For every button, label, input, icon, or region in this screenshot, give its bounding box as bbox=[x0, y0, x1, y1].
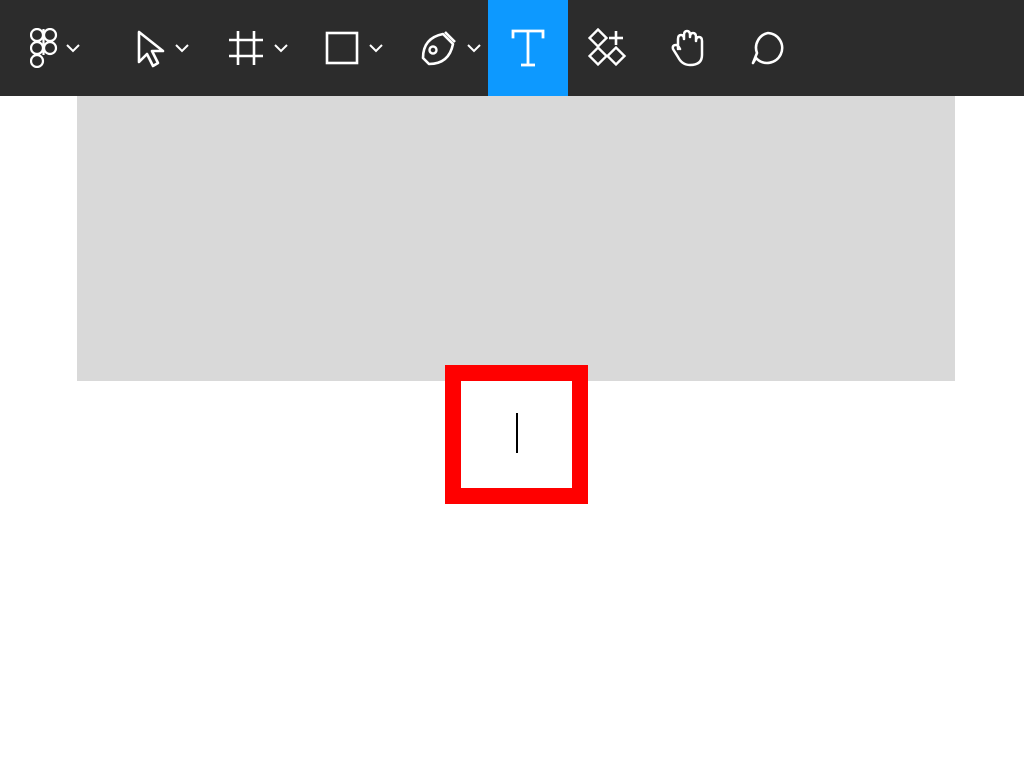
text-icon bbox=[509, 27, 547, 69]
resources-icon bbox=[588, 28, 628, 68]
frame-icon bbox=[226, 28, 266, 68]
frame-tool[interactable] bbox=[218, 0, 296, 96]
pen-icon bbox=[417, 28, 459, 68]
figma-icon bbox=[30, 28, 58, 68]
canvas[interactable] bbox=[0, 96, 1024, 768]
resources-tool[interactable] bbox=[568, 0, 648, 96]
text-tool[interactable] bbox=[488, 0, 568, 96]
shape-tool[interactable] bbox=[314, 0, 392, 96]
canvas-frame[interactable] bbox=[77, 96, 955, 381]
chevron-down-icon bbox=[467, 43, 481, 53]
text-input-cursor[interactable] bbox=[516, 413, 518, 453]
chevron-down-icon bbox=[175, 43, 189, 53]
hand-tool[interactable] bbox=[648, 0, 728, 96]
comment-icon bbox=[748, 28, 788, 68]
cursor-icon bbox=[133, 28, 167, 68]
rectangle-icon bbox=[323, 29, 361, 67]
hand-icon bbox=[668, 27, 708, 69]
toolbar bbox=[0, 0, 1024, 96]
chevron-down-icon bbox=[66, 43, 80, 53]
pen-tool[interactable] bbox=[410, 0, 488, 96]
chevron-down-icon bbox=[274, 43, 288, 53]
figma-menu[interactable] bbox=[18, 0, 92, 96]
move-tool[interactable] bbox=[122, 0, 200, 96]
chevron-down-icon bbox=[369, 43, 383, 53]
comment-tool[interactable] bbox=[728, 0, 808, 96]
